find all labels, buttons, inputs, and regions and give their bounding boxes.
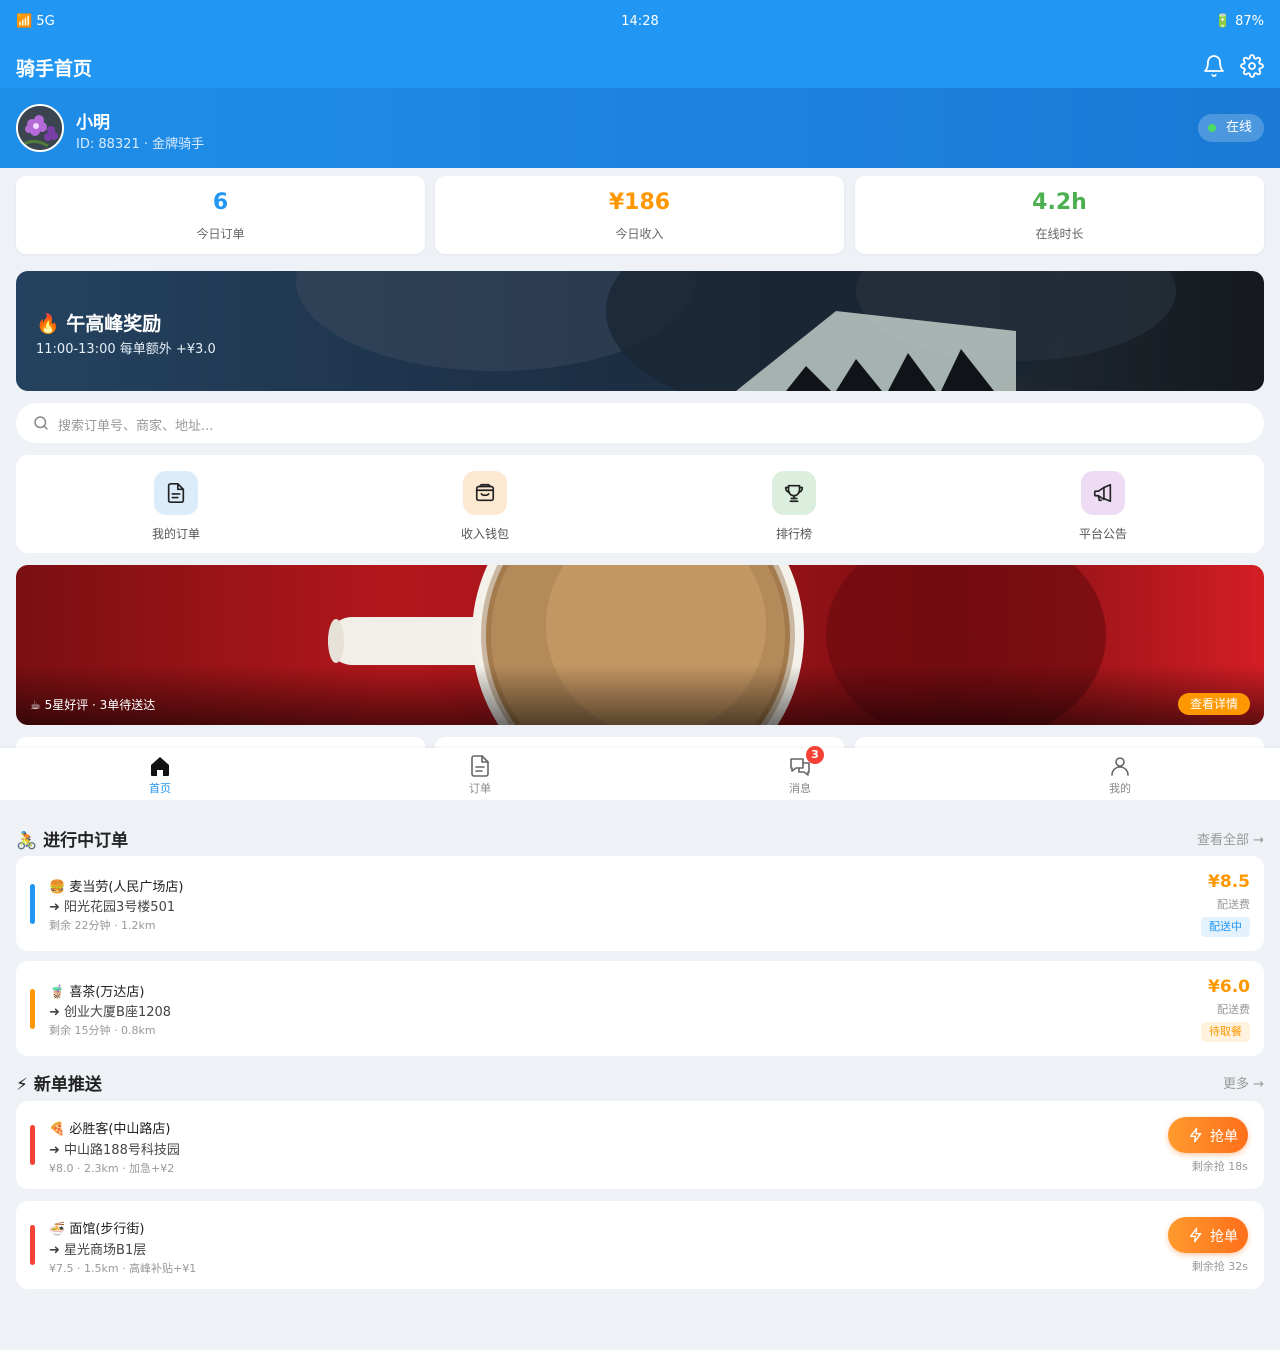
order-status-bar [30,1125,35,1165]
grab-timer: 剩余抢 18s [1191,1160,1248,1173]
stat-card-income[interactable]: ¥186 今日收入 [435,176,844,254]
tab-label: 消息 [789,782,811,795]
quick-action-label: 排行榜 [775,527,812,541]
search-placeholder: 搜索订单号、商家、地址... [58,419,214,434]
order-price-label: 配送费 [1217,898,1250,911]
new-order-card[interactable]: 🍕 必胜客(中山路店) ➜ 中山路188号科技园 ¥8.0 · 2.3km · … [16,1101,1264,1189]
quick-action-my-orders[interactable]: 我的订单 [116,471,236,542]
quick-action-leaderboard[interactable]: 排行榜 [734,471,854,542]
order-status-bar [30,989,35,1029]
page-title: 骑手首页 [16,58,93,80]
quick-action-label: 平台公告 [1078,527,1127,541]
order-destination: ➜ 中山路188号科技园 [49,1143,180,1158]
new-order-card[interactable]: 🍜 面馆(步行街) ➜ 星光商场B1层 ¥7.5 · 1.5km · 高峰补贴+… [16,1201,1264,1289]
tab-profile[interactable]: 我的 [960,748,1280,800]
avatar[interactable] [16,104,64,152]
more-link[interactable]: 更多 → [1223,1073,1264,1092]
online-status-label: 在线 [1225,120,1252,135]
stat-value: 4.2h [1032,190,1087,215]
status-badge: 配送中 [1201,917,1250,937]
bottom-tab-bar: 首页 订单 3 消息 我的 [0,746,1280,800]
bell-icon[interactable] [1202,54,1226,78]
tab-label: 首页 [149,782,171,795]
view-details-button[interactable]: 查看详情 [1177,693,1250,715]
home-icon [151,757,169,776]
wallet-icon [463,471,507,515]
tab-messages[interactable]: 3 消息 [640,746,960,800]
order-meta: ¥7.5 · 1.5km · 高峰补贴+¥1 [49,1262,197,1275]
quick-action-label: 收入钱包 [460,527,509,541]
order-shop: 🍕 必胜客(中山路店) [49,1122,171,1137]
banner-caption: ☕ 5星好评 · 3单待送达 [30,698,156,712]
status-bar: 📶 5G 14:28 🔋 87% [0,0,1280,44]
grab-order-label: 抢单 [1210,1129,1238,1145]
section-title-in-progress: 🚴 进行中订单 [16,831,129,851]
order-price: ¥6.0 [1208,977,1250,997]
coffee-banner[interactable]: ☕ 5星好评 · 3单待送达 查看详情 [16,565,1264,725]
tab-label: 我的 [1109,782,1131,795]
tab-orders[interactable]: 订单 [320,748,640,800]
status-badge: 待取餐 [1201,1022,1250,1042]
search-input[interactable]: 搜索订单号、商家、地址... [16,403,1264,443]
quick-action-announcements[interactable]: 平台公告 [1043,471,1163,542]
unread-badge: 3 [806,746,824,764]
order-status-bar [30,1225,35,1265]
order-price: ¥8.5 [1208,872,1250,892]
order-destination: ➜ 阳光花园3号楼501 [49,900,176,915]
promo-title: 🔥 午高峰奖励 [36,313,162,335]
online-dot [1207,124,1216,132]
view-all-link[interactable]: 查看全部 → [1197,829,1264,848]
grab-order-button[interactable]: 抢单 [1168,1217,1248,1253]
rider-id: ID: 88321 · 金牌骑手 [76,137,205,152]
grab-order-label: 抢单 [1210,1229,1238,1245]
megaphone-icon [1081,471,1125,515]
order-shop: 🧋 喜茶(万达店) [49,985,145,1000]
order-shop: 🍜 面馆(步行街) [49,1222,145,1237]
promo-subtitle: 11:00-13:00 每单额外 +¥3.0 [36,342,216,357]
order-destination: ➜ 创业大厦B座1208 [49,1005,172,1020]
user-icon [1111,757,1129,776]
trophy-icon [772,471,816,515]
stat-card-online-time[interactable]: 4.2h 在线时长 [855,176,1264,254]
grab-order-button[interactable]: 抢单 [1168,1117,1248,1153]
gear-icon[interactable] [1240,54,1264,78]
order-meta: ¥8.0 · 2.3km · 加急+¥2 [49,1162,175,1175]
tab-label: 订单 [469,782,491,795]
quick-actions: 我的订单 收入钱包 排行榜 平台公告 [16,455,1264,553]
order-price-label: 配送费 [1217,1003,1250,1016]
app-bar: 骑手首页 [0,44,1280,88]
banner-shade [16,665,1264,725]
clock: 14:28 [621,14,659,29]
order-card[interactable]: 🍔 麦当劳(人民广场店) ➜ 阳光花园3号楼501 剩余 22分钟 · 1.2k… [16,856,1264,951]
document-icon [471,755,489,777]
order-shop: 🍔 麦当劳(人民广场店) [49,880,184,895]
online-status-toggle[interactable]: 在线 [1197,114,1264,142]
rider-name: 小明 [76,113,110,133]
quick-action-wallet[interactable]: 收入钱包 [425,471,545,542]
stat-card-orders[interactable]: 6 今日订单 [16,176,425,254]
section-title-new-orders: ⚡ 新单推送 [16,1075,102,1095]
tab-home[interactable]: 首页 [0,748,320,800]
promo-banner[interactable]: 🔥 午高峰奖励 11:00-13:00 每单额外 +¥3.0 [16,271,1264,391]
stat-label: 今日收入 [615,227,664,241]
order-status-bar [30,884,35,924]
lightning-icon [1190,1127,1202,1143]
stat-value: 6 [212,190,229,215]
stat-label: 在线时长 [1035,227,1084,241]
search-icon [34,416,48,430]
stat-label: 今日订单 [196,227,245,241]
order-meta: 剩余 22分钟 · 1.2km [49,919,156,932]
document-icon [154,471,198,515]
battery-indicator: 🔋 87% [1214,14,1264,29]
banner-background-image [296,271,1176,391]
stat-value: ¥186 [608,190,671,215]
order-meta: 剩余 15分钟 · 0.8km [49,1024,156,1037]
grab-timer: 剩余抢 32s [1191,1260,1248,1273]
order-card[interactable]: 🧋 喜茶(万达店) ➜ 创业大厦B座1208 剩余 15分钟 · 0.8km ¥… [16,961,1264,1056]
lightning-icon [1190,1227,1202,1243]
profile-header: 小明 ID: 88321 · 金牌骑手 在线 [0,88,1280,168]
order-destination: ➜ 星光商场B1层 [49,1243,147,1258]
quick-action-label: 我的订单 [151,527,200,541]
